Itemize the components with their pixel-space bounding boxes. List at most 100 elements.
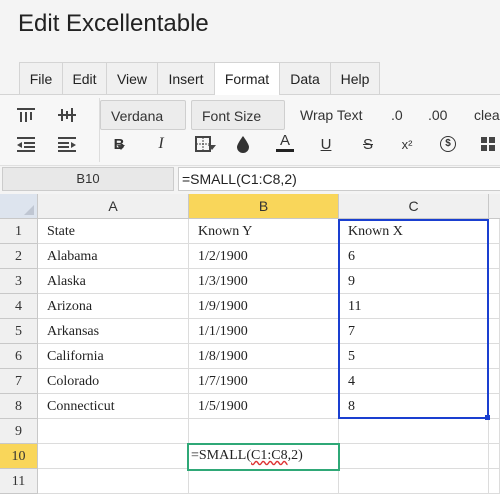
editor-range-ref: C1:C8 [251, 448, 288, 463]
cell[interactable] [38, 419, 189, 444]
cell[interactable]: 6 [339, 244, 489, 269]
cell[interactable]: 1/7/1900 [189, 369, 339, 394]
row-header[interactable]: 4 [0, 294, 38, 319]
row-header[interactable]: 3 [0, 269, 38, 294]
column-header-b[interactable]: B [189, 194, 339, 219]
strikethrough-button[interactable]: S [358, 134, 378, 154]
cell[interactable] [489, 444, 500, 469]
cell[interactable]: 1/8/1900 [189, 344, 339, 369]
increase-decimal-button[interactable]: .00 [428, 100, 447, 130]
superscript-button[interactable]: x² [397, 134, 417, 154]
cell[interactable] [189, 419, 339, 444]
menu-insert[interactable]: Insert [157, 62, 215, 94]
cell[interactable]: 9 [339, 269, 489, 294]
row-header[interactable]: 6 [0, 344, 38, 369]
cell[interactable]: 1/3/1900 [189, 269, 339, 294]
cell[interactable]: Connecticut [38, 394, 189, 419]
formula-input[interactable]: =SMALL(C1:C8,2) [178, 167, 500, 191]
cell[interactable]: 1/5/1900 [189, 394, 339, 419]
window-title: Edit Excellentable [18, 10, 209, 37]
fill-handle[interactable] [485, 415, 490, 420]
cell[interactable]: State [38, 219, 189, 244]
cell[interactable]: Colorado [38, 369, 189, 394]
font-size-value: Font Size [202, 108, 262, 124]
decrease-decimal-button[interactable]: .0 [391, 100, 403, 130]
cell[interactable] [489, 394, 500, 419]
cell[interactable] [489, 344, 500, 369]
cell[interactable]: 4 [339, 369, 489, 394]
cell[interactable] [339, 469, 489, 494]
bold-button[interactable]: B [109, 134, 129, 154]
fill-color-icon[interactable] [233, 134, 253, 154]
indent-increase-icon[interactable] [57, 134, 77, 154]
cell[interactable] [38, 444, 189, 469]
cell[interactable]: California [38, 344, 189, 369]
indent-decrease-icon[interactable] [16, 134, 36, 154]
cell[interactable]: 1/2/1900 [189, 244, 339, 269]
borders-icon[interactable] [193, 134, 213, 154]
select-all-corner[interactable] [0, 194, 38, 219]
cell[interactable]: Alabama [38, 244, 189, 269]
cell-editor[interactable]: =SMALL(C1:C8,2) [187, 443, 340, 471]
cell[interactable] [489, 419, 500, 444]
row-header[interactable]: 9 [0, 419, 38, 444]
cell[interactable]: 11 [339, 294, 489, 319]
row-header[interactable]: 2 [0, 244, 38, 269]
menu-format[interactable]: Format [214, 62, 280, 95]
menu-edit[interactable]: Edit [62, 62, 107, 94]
table-format-icon[interactable] [478, 134, 498, 154]
cell[interactable]: 5 [339, 344, 489, 369]
cell[interactable]: 7 [339, 319, 489, 344]
currency-button[interactable]: $ [438, 134, 458, 154]
cell[interactable] [189, 469, 339, 494]
cell[interactable]: Known X [339, 219, 489, 244]
column-header-c[interactable]: C [339, 194, 489, 219]
row-header[interactable]: 1 [0, 219, 38, 244]
cell[interactable] [339, 444, 489, 469]
clear-button[interactable]: clea [474, 100, 500, 130]
text-color-label: A [279, 131, 290, 149]
underline-button[interactable]: U [316, 134, 336, 154]
wrap-text-button[interactable]: Wrap Text [300, 100, 363, 130]
font-family-value: Verdana [111, 108, 164, 124]
cell[interactable] [339, 419, 489, 444]
cell[interactable]: 1/9/1900 [189, 294, 339, 319]
row-header[interactable]: 11 [0, 469, 38, 494]
editor-suffix: ,2) [287, 448, 303, 463]
cell[interactable]: Alaska [38, 269, 189, 294]
row-header[interactable]: 8 [0, 394, 38, 419]
formula-bar: B10 =SMALL(C1:C8,2) [0, 167, 500, 192]
currency-icon: $ [440, 136, 456, 152]
cell[interactable] [489, 219, 500, 244]
cell[interactable]: Arkansas [38, 319, 189, 344]
cell[interactable]: Arizona [38, 294, 189, 319]
menu-file[interactable]: File [19, 62, 63, 94]
row-header[interactable]: 5 [0, 319, 38, 344]
align-top-icon[interactable] [16, 105, 36, 125]
menu-view[interactable]: View [106, 62, 158, 94]
italic-button[interactable]: I [151, 134, 171, 154]
column-header-a[interactable]: A [38, 194, 189, 219]
row-header[interactable]: 7 [0, 369, 38, 394]
cell[interactable] [489, 319, 500, 344]
text-color-button[interactable]: A [275, 132, 295, 152]
cell[interactable]: Known Y [189, 219, 339, 244]
menu-data[interactable]: Data [279, 62, 331, 94]
cell[interactable] [489, 294, 500, 319]
font-size-dropdown[interactable]: Font Size [191, 100, 285, 150]
row-header[interactable]: 10 [0, 444, 38, 469]
cell[interactable]: 1/1/1900 [189, 319, 339, 344]
cell[interactable] [489, 244, 500, 269]
cell[interactable] [489, 369, 500, 394]
align-middle-icon[interactable] [57, 105, 77, 125]
cell[interactable] [489, 269, 500, 294]
menu-help[interactable]: Help [330, 62, 380, 94]
cell[interactable] [489, 469, 500, 494]
column-header-d[interactable] [489, 194, 500, 219]
cell[interactable]: 8 [339, 394, 489, 419]
editor-prefix: =SMALL( [191, 448, 252, 463]
cell[interactable] [38, 469, 189, 494]
cell-name-box[interactable]: B10 [2, 167, 174, 191]
text-color-bar [276, 148, 294, 152]
font-family-dropdown[interactable]: Verdana [100, 100, 186, 150]
